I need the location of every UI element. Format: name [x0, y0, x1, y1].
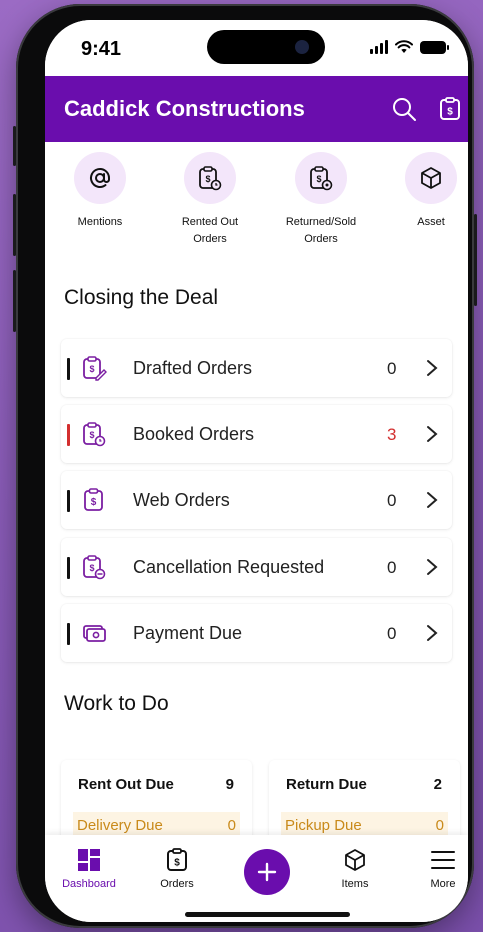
phone-frame: 9:41 Caddick Constructions $ Mentions $ … — [13, 4, 477, 928]
cube-icon — [345, 849, 365, 871]
volume-up-button — [13, 194, 16, 256]
sub-label: Delivery Due — [77, 817, 163, 834]
row-payment-due[interactable]: Payment Due 0 — [61, 604, 452, 662]
volume-down-button — [13, 270, 16, 332]
status-bar: 9:41 — [45, 20, 468, 76]
clipboard-dollar-icon: $ — [84, 488, 103, 511]
row-count: 3 — [387, 425, 397, 444]
cube-icon — [421, 167, 441, 189]
tab-more[interactable]: More — [403, 847, 468, 890]
clipboard-clock-icon: $ — [83, 422, 106, 447]
svg-text:$: $ — [174, 858, 180, 869]
row-web-orders[interactable]: $ Web Orders 0 — [61, 471, 452, 529]
row-drafted-orders[interactable]: $ Drafted Orders 0 — [61, 339, 452, 397]
tab-dashboard[interactable]: Dashboard — [49, 847, 129, 890]
orders-shortcut-button[interactable]: $ — [435, 94, 465, 124]
screen: 9:41 Caddick Constructions $ Mentions $ … — [45, 20, 468, 922]
plus-icon — [257, 862, 277, 882]
mute-switch — [13, 126, 16, 166]
home-indicator — [185, 912, 350, 917]
dynamic-island — [207, 30, 325, 64]
section-title-work: Work to Do — [64, 692, 169, 715]
row-label: Cancellation Requested — [133, 557, 325, 577]
quick-action-label: Returned/Sold Orders — [285, 216, 357, 245]
row-indicator — [67, 358, 70, 380]
svg-text:$: $ — [316, 174, 321, 184]
row-label: Drafted Orders — [133, 358, 253, 378]
row-count: 0 — [387, 624, 397, 643]
quick-action-returned-sold-orders[interactable]: $ Returned/Sold Orders — [271, 152, 371, 248]
svg-text:$: $ — [89, 430, 94, 440]
add-button[interactable] — [244, 849, 290, 895]
row-count: 0 — [387, 359, 397, 378]
row-count: 0 — [387, 558, 397, 577]
tab-label: Orders — [160, 878, 194, 890]
tab-label: More — [430, 878, 456, 890]
status-time: 9:41 — [81, 38, 122, 60]
row-indicator — [67, 490, 70, 512]
section-title-closing: Closing the Deal — [64, 286, 219, 309]
search-icon — [393, 98, 416, 121]
clipboard-edit-icon: $ — [83, 356, 107, 381]
search-button[interactable] — [389, 94, 419, 124]
power-button — [474, 214, 477, 306]
card-title: Rent Out Due — [78, 776, 174, 793]
row-indicator — [67, 424, 70, 446]
chevron-right-icon — [427, 559, 438, 575]
chevron-right-icon — [427, 625, 438, 641]
row-label: Web Orders — [133, 490, 230, 510]
clipboard-dollar-clock-icon: $ — [199, 166, 222, 191]
chevron-right-icon — [427, 360, 438, 376]
svg-text:$: $ — [205, 174, 210, 184]
tab-label: Dashboard — [62, 878, 116, 890]
sub-label: Pickup Due — [285, 817, 362, 834]
tab-label: Items — [341, 878, 369, 890]
dashboard-icon — [78, 849, 100, 871]
row-label: Payment Due — [133, 623, 243, 643]
row-indicator — [67, 557, 70, 579]
card-count: 2 — [433, 776, 442, 793]
clipboard-dollar-icon: $ — [440, 97, 460, 120]
chevron-right-icon — [427, 492, 438, 508]
svg-text:$: $ — [89, 364, 94, 374]
tab-items[interactable]: Items — [315, 847, 395, 890]
clipboard-cancel-icon: $ — [83, 555, 106, 580]
quick-action-label: Mentions — [77, 216, 123, 228]
clipboard-dollar-return-icon: $ — [310, 166, 333, 191]
row-cancellation-requested[interactable]: $ Cancellation Requested 0 — [61, 538, 452, 596]
quick-action-label: Asset — [417, 216, 445, 228]
row-label: Booked Orders — [133, 424, 255, 444]
status-icons — [370, 40, 449, 54]
quick-action-mentions[interactable]: Mentions — [50, 152, 150, 231]
app-header: Caddick Constructions $ — [45, 76, 468, 142]
svg-text:$: $ — [91, 497, 97, 508]
sub-count: 0 — [227, 817, 236, 834]
card-count: 9 — [225, 776, 234, 793]
menu-icon — [431, 851, 455, 869]
clipboard-icon: $ — [167, 848, 187, 871]
wifi-icon — [395, 40, 413, 53]
company-title: Caddick Constructions — [64, 96, 305, 121]
sub-count: 0 — [435, 817, 444, 834]
quick-action-label: Rented Out Orders — [181, 216, 239, 245]
row-indicator — [67, 623, 70, 645]
row-booked-orders[interactable]: $ Booked Orders 3 — [61, 405, 452, 463]
bottom-tab-bar: Dashboard $ Orders Items More — [45, 835, 468, 922]
card-title: Return Due — [286, 776, 367, 793]
tab-orders[interactable]: $ Orders — [137, 847, 217, 890]
row-count: 0 — [387, 491, 397, 510]
quick-action-rented-out-orders[interactable]: $ Rented Out Orders — [160, 152, 260, 248]
signal-icon — [370, 40, 388, 54]
at-icon — [90, 167, 110, 188]
battery-icon — [420, 40, 449, 54]
svg-text:$: $ — [89, 563, 94, 573]
quick-actions: Mentions $ Rented Out Orders $ Returned/… — [45, 152, 468, 252]
quick-action-asset[interactable]: Asset — [381, 152, 468, 231]
cash-icon — [83, 625, 106, 642]
svg-text:$: $ — [447, 107, 453, 118]
chevron-right-icon — [427, 426, 438, 442]
